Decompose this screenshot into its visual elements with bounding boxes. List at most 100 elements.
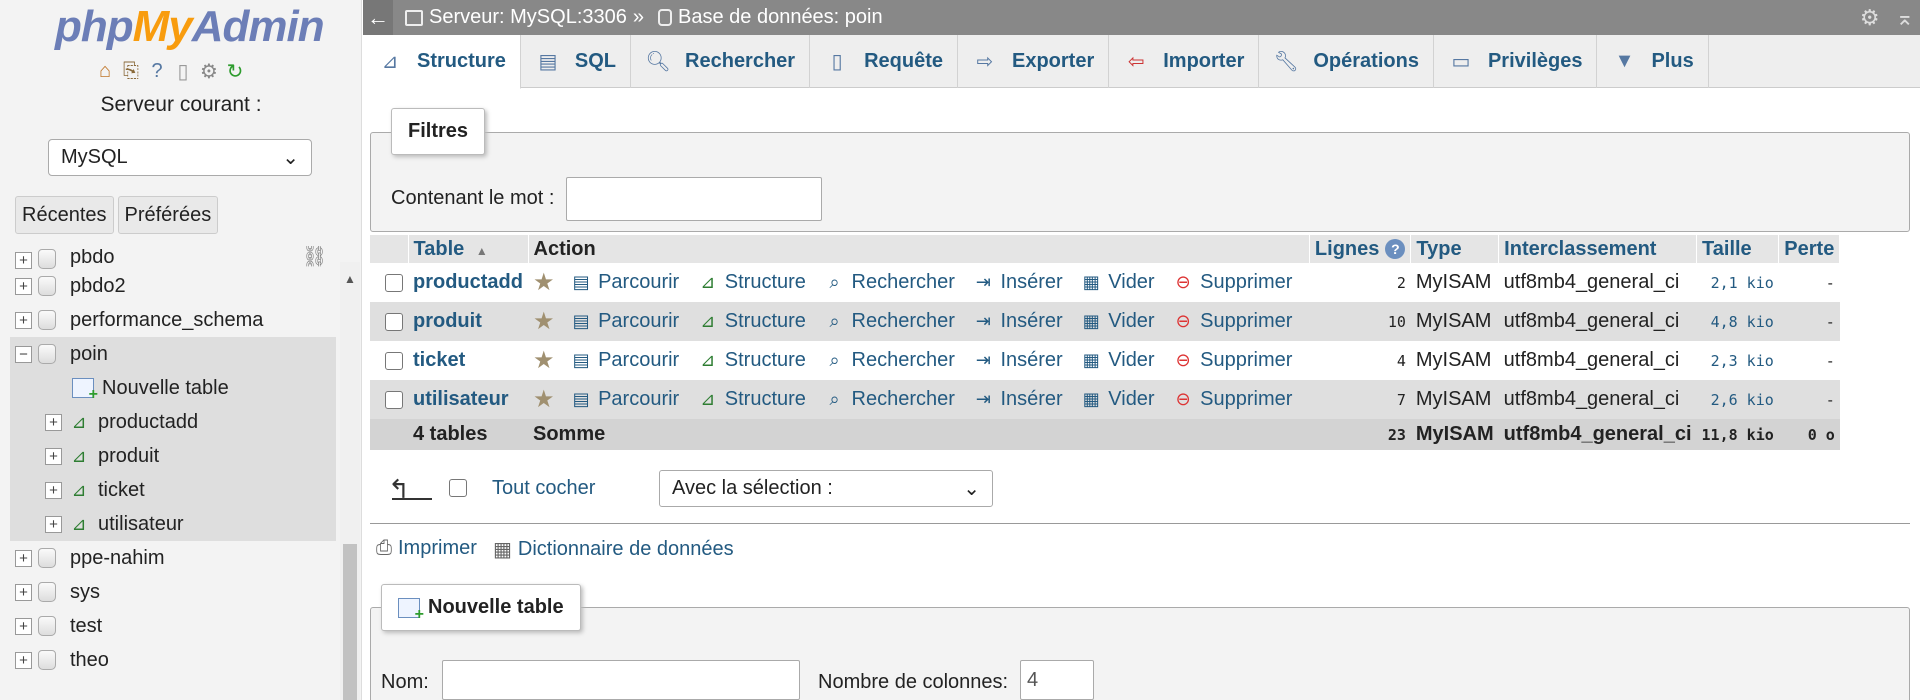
structure-action[interactable]: ⊿ Structure [697, 271, 806, 294]
tree-item-ppe-nahim[interactable]: + ppe-nahim [10, 541, 336, 575]
drop-action[interactable]: ⊖ Supprimer [1172, 310, 1293, 333]
breadcrumb-database[interactable]: Base de données: poin [678, 6, 883, 29]
nav-scrollbar[interactable]: ▲ [340, 262, 360, 700]
tree-item-pbdo2[interactable]: + pbdo2 [10, 269, 336, 303]
tab-query[interactable]: ▯ Requête [810, 35, 958, 88]
server-select[interactable]: MySQL ⌄ [48, 139, 312, 176]
docs-icon[interactable]: ▯ [171, 59, 195, 83]
tab-operations[interactable]: 🔧︎ Opérations [1259, 35, 1434, 88]
tab-structure[interactable]: ⊿ Structure [363, 35, 521, 89]
search-action[interactable]: ⌕ Rechercher [824, 349, 954, 372]
columns-count-input[interactable]: 4 [1020, 660, 1094, 700]
structure-action[interactable]: ⊿ Structure [697, 310, 806, 333]
drop-action[interactable]: ⊖ Supprimer [1172, 349, 1293, 372]
row-checkbox[interactable] [385, 351, 403, 370]
exit-icon[interactable]: ⎘ [119, 59, 143, 83]
help-icon[interactable]: ? [1385, 239, 1406, 260]
expand-icon[interactable]: + [15, 549, 32, 567]
star-icon[interactable]: ★ [533, 308, 555, 335]
print-link[interactable]: ⎙ Imprimer [376, 537, 477, 560]
tree-item-ticket[interactable]: + ⊿ ticket [10, 473, 336, 507]
row-size[interactable]: 4,8 kio [1696, 302, 1779, 341]
star-icon[interactable]: ★ [533, 269, 555, 296]
tab-sql[interactable]: ▤ SQL [521, 35, 632, 88]
scroll-thumb[interactable] [343, 544, 357, 700]
tree-item-sys[interactable]: + sys [10, 575, 336, 609]
header-table[interactable]: Table ▲ [408, 235, 529, 263]
insert-action[interactable]: ⇥ Insérer [972, 349, 1063, 372]
header-overhead[interactable]: Perte [1778, 235, 1841, 263]
tree-item-performance-schema[interactable]: + performance_schema [10, 303, 336, 337]
insert-action[interactable]: ⇥ Insérer [972, 388, 1063, 411]
tree-item-productadd[interactable]: + ⊿ productadd [10, 405, 336, 439]
tab-more[interactable]: ▼ Plus [1597, 35, 1709, 88]
tree-item-new-table[interactable]: Nouvelle table [10, 371, 336, 405]
settings-icon[interactable]: ⚙ [1860, 5, 1880, 31]
tab-privileges[interactable]: ▭ Privilèges [1434, 35, 1598, 88]
empty-action[interactable]: ▦ Vider [1080, 388, 1155, 411]
row-checkbox[interactable] [385, 273, 403, 292]
tree-item-pbdo[interactable]: + pbdo [10, 249, 336, 269]
search-action[interactable]: ⌕ Rechercher [824, 388, 954, 411]
row-checkbox[interactable] [385, 390, 403, 409]
expand-icon[interactable]: + [45, 515, 62, 533]
settings-icon[interactable]: ⚙ [197, 59, 221, 83]
collapse-icon[interactable]: − [15, 345, 32, 363]
header-type[interactable]: Type [1410, 235, 1500, 263]
empty-action[interactable]: ▦ Vider [1080, 310, 1155, 333]
expand-icon[interactable]: + [15, 651, 32, 669]
tab-search[interactable]: 🔍︎ Rechercher [631, 35, 811, 88]
row-size[interactable]: 2,3 kio [1696, 341, 1779, 380]
structure-action[interactable]: ⊿ Structure [697, 388, 806, 411]
browse-action[interactable]: ▤ Parcourir [570, 388, 680, 411]
empty-action[interactable]: ▦ Vider [1080, 271, 1155, 294]
minimize-icon[interactable]: ⌅ [1896, 5, 1914, 31]
tab-export[interactable]: ⇨ Exporter [958, 35, 1110, 88]
with-selected-select[interactable]: Avec la sélection : ⌄ [659, 470, 993, 507]
recent-tab[interactable]: Récentes [15, 196, 114, 234]
tree-item-produit[interactable]: + ⊿ produit [10, 439, 336, 473]
row-size[interactable]: 2,1 kio [1696, 263, 1779, 302]
tree-item-poin[interactable]: − poin [10, 337, 336, 371]
empty-action[interactable]: ▦ Vider [1080, 349, 1155, 372]
table-name-link[interactable]: ticket [408, 341, 528, 380]
drop-action[interactable]: ⊖ Supprimer [1172, 388, 1293, 411]
breadcrumb-server[interactable]: Serveur: MySQL:3306 [429, 6, 627, 29]
expand-icon[interactable]: + [15, 311, 32, 329]
search-action[interactable]: ⌕ Rechercher [824, 271, 954, 294]
header-collation[interactable]: Interclassement [1498, 235, 1698, 263]
data-dictionary-link[interactable]: ▦ Dictionnaire de données [493, 537, 734, 562]
filter-input[interactable] [566, 177, 822, 221]
row-checkbox[interactable] [385, 312, 403, 331]
browse-action[interactable]: ▤ Parcourir [570, 310, 680, 333]
check-all-checkbox[interactable] [449, 479, 467, 497]
phpmyadmin-logo[interactable]: phpMyAdmin [55, 2, 325, 52]
insert-action[interactable]: ⇥ Insérer [972, 271, 1063, 294]
expand-icon[interactable]: + [15, 277, 32, 295]
header-rows[interactable]: Lignes? [1309, 235, 1412, 263]
header-size[interactable]: Taille [1696, 235, 1780, 263]
browse-action[interactable]: ▤ Parcourir [570, 349, 680, 372]
reload-icon[interactable]: ↻ [223, 59, 247, 83]
tab-import[interactable]: ⇦ Importer [1109, 35, 1260, 88]
scroll-up-icon[interactable]: ▲ [344, 272, 356, 286]
expand-icon[interactable]: + [45, 447, 62, 465]
insert-action[interactable]: ⇥ Insérer [972, 310, 1063, 333]
favorites-tab[interactable]: Préférées [117, 196, 219, 234]
expand-icon[interactable]: + [45, 481, 62, 499]
search-action[interactable]: ⌕ Rechercher [824, 310, 954, 333]
drop-action[interactable]: ⊖ Supprimer [1172, 271, 1293, 294]
home-icon[interactable]: ⌂ [93, 59, 117, 83]
table-name-link[interactable]: utilisateur [408, 380, 528, 419]
collapse-nav-icon[interactable]: ← [363, 0, 393, 35]
tree-item-theo[interactable]: + theo [10, 643, 336, 677]
star-icon[interactable]: ★ [533, 347, 555, 374]
expand-icon[interactable]: + [15, 617, 32, 635]
help-icon[interactable]: ? [145, 59, 169, 83]
expand-icon[interactable]: + [15, 252, 32, 269]
table-name-link[interactable]: produit [408, 302, 528, 341]
star-icon[interactable]: ★ [533, 386, 555, 413]
expand-icon[interactable]: + [15, 583, 32, 601]
check-all-label[interactable]: Tout cocher [492, 477, 595, 500]
tree-item-utilisateur[interactable]: + ⊿ utilisateur [10, 507, 336, 541]
